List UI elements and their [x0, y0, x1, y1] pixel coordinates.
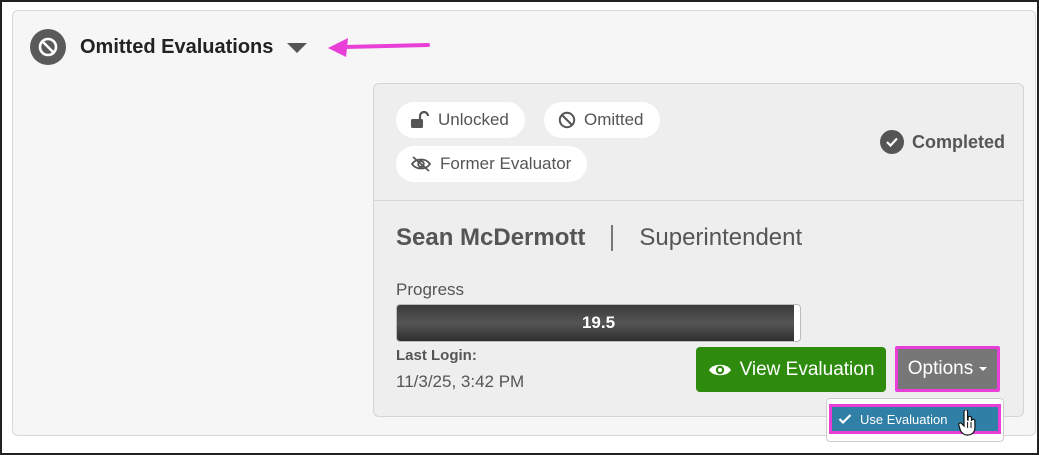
tag-label: Omitted [584, 110, 644, 129]
evaluator-row: Sean McDermott Superintendent [396, 224, 802, 252]
options-label: Options [907, 358, 974, 379]
card-header: Unlocked Omitted Former Evaluator Comple… [374, 84, 1023, 201]
ban-icon [558, 111, 576, 129]
caret-down-icon [979, 367, 988, 371]
progress-bar: 19.5 [396, 304, 801, 342]
options-button[interactable]: Options [895, 346, 1000, 392]
eye-slash-icon [410, 156, 432, 172]
evaluator-role: Superintendent [639, 224, 803, 251]
progress-value: 19.5 [581, 313, 616, 332]
tag-omitted: Omitted [544, 102, 660, 138]
annotation-arrow-icon [328, 38, 430, 57]
tag-former-evaluator: Former Evaluator [396, 146, 588, 182]
evaluator-name: Sean McDermott [396, 224, 586, 251]
progress-label: Progress [396, 280, 465, 299]
check-icon [838, 413, 852, 425]
ban-icon [30, 29, 66, 65]
tag-unlocked: Unlocked [396, 102, 525, 138]
hand-cursor-icon [958, 410, 976, 436]
eye-icon [708, 361, 732, 379]
divider [611, 225, 614, 251]
menu-item-label: Use Evaluation [860, 411, 948, 427]
tag-label: Unlocked [438, 110, 509, 129]
section-header[interactable]: Omitted Evaluations [30, 29, 308, 65]
tag-label: Former Evaluator [440, 154, 572, 173]
evaluation-card: Unlocked Omitted Former Evaluator Comple… [373, 83, 1024, 417]
caret-down-icon[interactable] [287, 43, 308, 53]
status-badge: Completed [879, 130, 1005, 154]
check-circle-icon [879, 130, 904, 154]
status-label: Completed [911, 131, 1005, 152]
view-evaluation-label: View Evaluation [739, 358, 875, 380]
view-evaluation-button[interactable]: View Evaluation [696, 347, 886, 392]
last-login-label: Last Login: [396, 347, 477, 364]
last-login-value: 11/3/25, 3:42 PM [396, 372, 525, 391]
section-title: Omitted Evaluations [80, 35, 274, 58]
unlock-icon [410, 111, 430, 129]
